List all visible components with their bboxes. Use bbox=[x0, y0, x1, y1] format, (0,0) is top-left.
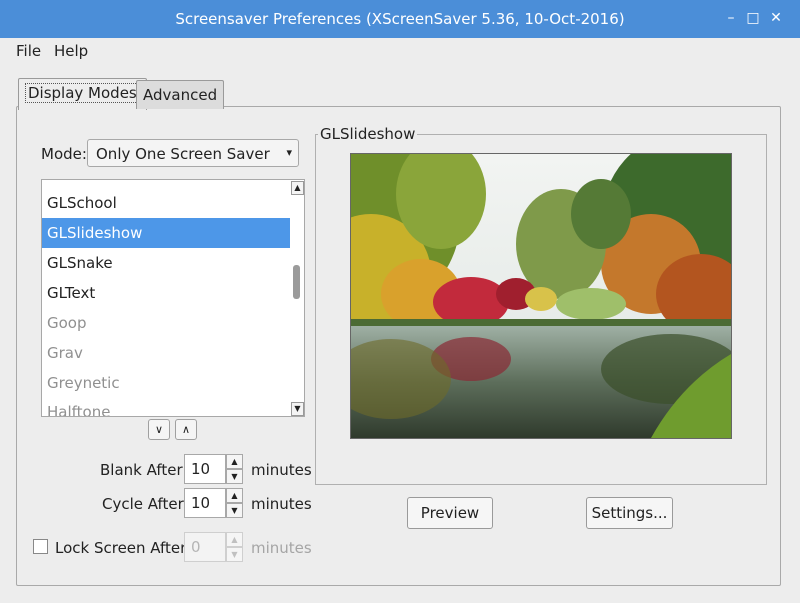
spin-down-icon[interactable]: ▼ bbox=[226, 469, 243, 484]
maximize-button[interactable]: □ bbox=[744, 9, 762, 27]
blank-after-unit: minutes bbox=[251, 461, 312, 479]
list-item-glsnake[interactable]: GLSnake bbox=[42, 248, 292, 278]
list-item-greynetic[interactable]: Greynetic bbox=[42, 368, 292, 398]
preview-image bbox=[350, 153, 732, 439]
title-bar: Screensaver Preferences (XScreenSaver 5.… bbox=[0, 0, 800, 38]
close-button[interactable]: ✕ bbox=[767, 9, 785, 27]
minimize-button[interactable]: – bbox=[722, 9, 740, 27]
lock-after-spinner: 0 ▲ ▼ bbox=[184, 532, 243, 562]
scroll-up-icon[interactable]: ▲ bbox=[291, 181, 304, 195]
preferences-window: File Help Display Modes Advanced Mode: O… bbox=[0, 38, 800, 603]
spin-up-icon[interactable]: ▲ bbox=[226, 488, 243, 503]
list-item-glschool[interactable]: GLSchool bbox=[42, 188, 292, 218]
blank-after-spinner[interactable]: 10 ▲ ▼ bbox=[184, 454, 243, 484]
menu-help[interactable]: Help bbox=[54, 42, 88, 60]
scroll-thumb[interactable] bbox=[293, 265, 300, 299]
spin-down-icon: ▼ bbox=[226, 547, 243, 562]
screensaver-list[interactable]: GLSchool GLSlideshow GLSnake GLText Goop… bbox=[41, 179, 305, 417]
mode-dropdown[interactable]: Only One Screen Saver ▾ bbox=[87, 139, 299, 167]
cycle-after-label: Cycle After bbox=[102, 495, 184, 513]
preview-button[interactable]: Preview bbox=[407, 497, 493, 529]
cycle-after-input[interactable]: 10 bbox=[184, 488, 226, 518]
spin-up-icon[interactable]: ▲ bbox=[226, 454, 243, 469]
chevron-up-icon: ∧ bbox=[181, 423, 191, 436]
spin-up-icon: ▲ bbox=[226, 532, 243, 547]
move-down-button[interactable]: ∨ bbox=[148, 419, 170, 440]
tab-advanced[interactable]: Advanced bbox=[136, 80, 225, 109]
lock-after-unit: minutes bbox=[251, 539, 312, 557]
mode-label: Mode: bbox=[41, 145, 87, 163]
scroll-down-icon[interactable]: ▼ bbox=[291, 402, 304, 416]
move-up-button[interactable]: ∧ bbox=[175, 419, 197, 440]
lock-screen-checkbox[interactable] bbox=[33, 539, 48, 554]
lock-after-input: 0 bbox=[184, 532, 226, 562]
list-item-glslideshow[interactable]: GLSlideshow bbox=[42, 218, 292, 248]
menu-file[interactable]: File bbox=[16, 42, 41, 60]
cycle-after-unit: minutes bbox=[251, 495, 312, 513]
list-item-halftone[interactable]: Halftone bbox=[42, 397, 292, 416]
settings-button[interactable]: Settings... bbox=[586, 497, 673, 529]
window-title: Screensaver Preferences (XScreenSaver 5.… bbox=[175, 10, 625, 28]
menu-bar: File Help bbox=[0, 38, 800, 64]
blank-after-input[interactable]: 10 bbox=[184, 454, 226, 484]
spin-down-icon[interactable]: ▼ bbox=[226, 503, 243, 518]
list-item-goop[interactable]: Goop bbox=[42, 308, 292, 338]
list-scrollbar[interactable]: ▲ ▼ bbox=[290, 180, 304, 416]
lock-screen-label[interactable]: Lock Screen After bbox=[55, 539, 186, 557]
mode-value: Only One Screen Saver bbox=[96, 145, 270, 163]
chevron-down-icon: ∨ bbox=[154, 423, 164, 436]
tab-display-modes[interactable]: Display Modes bbox=[18, 78, 147, 110]
list-item-grav[interactable]: Grav bbox=[42, 338, 292, 368]
preview-frame-title: GLSlideshow bbox=[318, 125, 418, 143]
list-item-gltext[interactable]: GLText bbox=[42, 278, 292, 308]
dropdown-arrow-icon: ▾ bbox=[286, 146, 292, 159]
blank-after-label: Blank After bbox=[100, 461, 183, 479]
cycle-after-spinner[interactable]: 10 ▲ ▼ bbox=[184, 488, 243, 518]
